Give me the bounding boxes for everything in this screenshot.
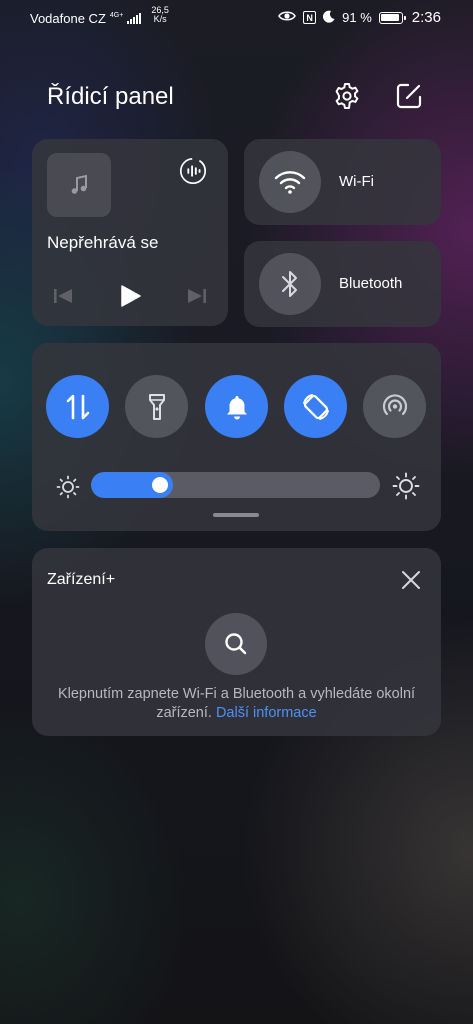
auto-rotate-icon — [302, 393, 329, 420]
music-note-icon — [71, 174, 87, 194]
signal-strength-icon — [127, 12, 142, 24]
bell-icon — [226, 395, 247, 419]
close-button[interactable] — [399, 568, 423, 592]
eye-comfort-icon — [278, 10, 297, 25]
nfc-icon: N — [303, 11, 317, 24]
quick-toggles-card — [32, 343, 441, 531]
device-plus-card: Zařízení+ Klepnutím zapnete Wi-Fi a Blue… — [32, 548, 441, 736]
battery-icon — [378, 11, 406, 24]
hotspot-icon — [382, 393, 407, 415]
brightness-knob[interactable] — [152, 477, 168, 493]
play-icon — [121, 285, 141, 307]
media-player-card[interactable]: Nepřehrává se — [32, 139, 228, 326]
expand-handle[interactable] — [213, 513, 259, 517]
bluetooth-toggle[interactable] — [259, 253, 321, 315]
hotspot-toggle[interactable] — [363, 375, 426, 438]
network-type-label: 4G+ — [109, 11, 124, 19]
edit-button[interactable] — [393, 80, 425, 112]
flashlight-icon — [148, 393, 165, 420]
sound-toggle[interactable] — [205, 375, 268, 438]
next-track-button[interactable] — [184, 285, 210, 307]
brightness-low-icon — [55, 474, 81, 500]
search-icon — [225, 633, 247, 655]
network-speed: 26,5 K/s — [151, 6, 169, 24]
battery-level-fill — [381, 14, 399, 21]
media-status: Nepřehrává se — [47, 233, 159, 252]
skip-previous-icon — [54, 289, 72, 303]
network-speed-unit: K/s — [153, 14, 167, 24]
wifi-toggle[interactable] — [259, 151, 321, 213]
brightness-high-icon — [392, 472, 420, 500]
audio-output-icon — [179, 157, 207, 185]
device-plus-title: Zařízení+ — [47, 571, 116, 588]
bluetooth-label: Bluetooth — [339, 275, 403, 292]
wifi-icon — [274, 171, 306, 194]
moon-icon — [323, 10, 335, 26]
mobile-data-toggle[interactable] — [46, 375, 109, 438]
audio-output-button[interactable] — [178, 156, 208, 186]
status-bar: Vodafone CZ 4G+ 26,5 K/s N 91 % 2:36 — [0, 0, 473, 34]
bluetooth-card[interactable]: Bluetooth — [244, 241, 441, 327]
bluetooth-icon — [282, 271, 297, 297]
device-plus-description: Klepnutím zapnete Wi-Fi a Bluetooth a vy… — [52, 685, 421, 723]
brightness-slider[interactable] — [91, 472, 380, 498]
album-art-placeholder — [47, 153, 111, 217]
carrier-name: Vodafone CZ — [30, 10, 106, 26]
skip-next-icon — [188, 289, 206, 303]
more-info-link[interactable]: Další informace — [216, 705, 317, 721]
control-panel-header: Řídicí panel — [47, 80, 426, 116]
search-devices-button[interactable] — [205, 613, 267, 675]
wifi-card[interactable]: Wi-Fi — [244, 139, 441, 225]
auto-rotate-toggle[interactable] — [284, 375, 347, 438]
wifi-label: Wi-Fi — [339, 173, 374, 190]
page-title: Řídicí panel — [47, 83, 174, 110]
edit-icon — [396, 83, 422, 109]
play-button[interactable] — [117, 285, 143, 307]
gear-icon — [335, 83, 359, 109]
previous-track-button[interactable] — [50, 285, 76, 307]
mobile-data-icon — [66, 394, 89, 419]
flashlight-toggle[interactable] — [125, 375, 188, 438]
settings-button[interactable] — [331, 80, 363, 112]
clock-time: 2:36 — [411, 9, 441, 26]
battery-percent: 91 % — [342, 10, 372, 25]
close-icon — [402, 571, 420, 589]
